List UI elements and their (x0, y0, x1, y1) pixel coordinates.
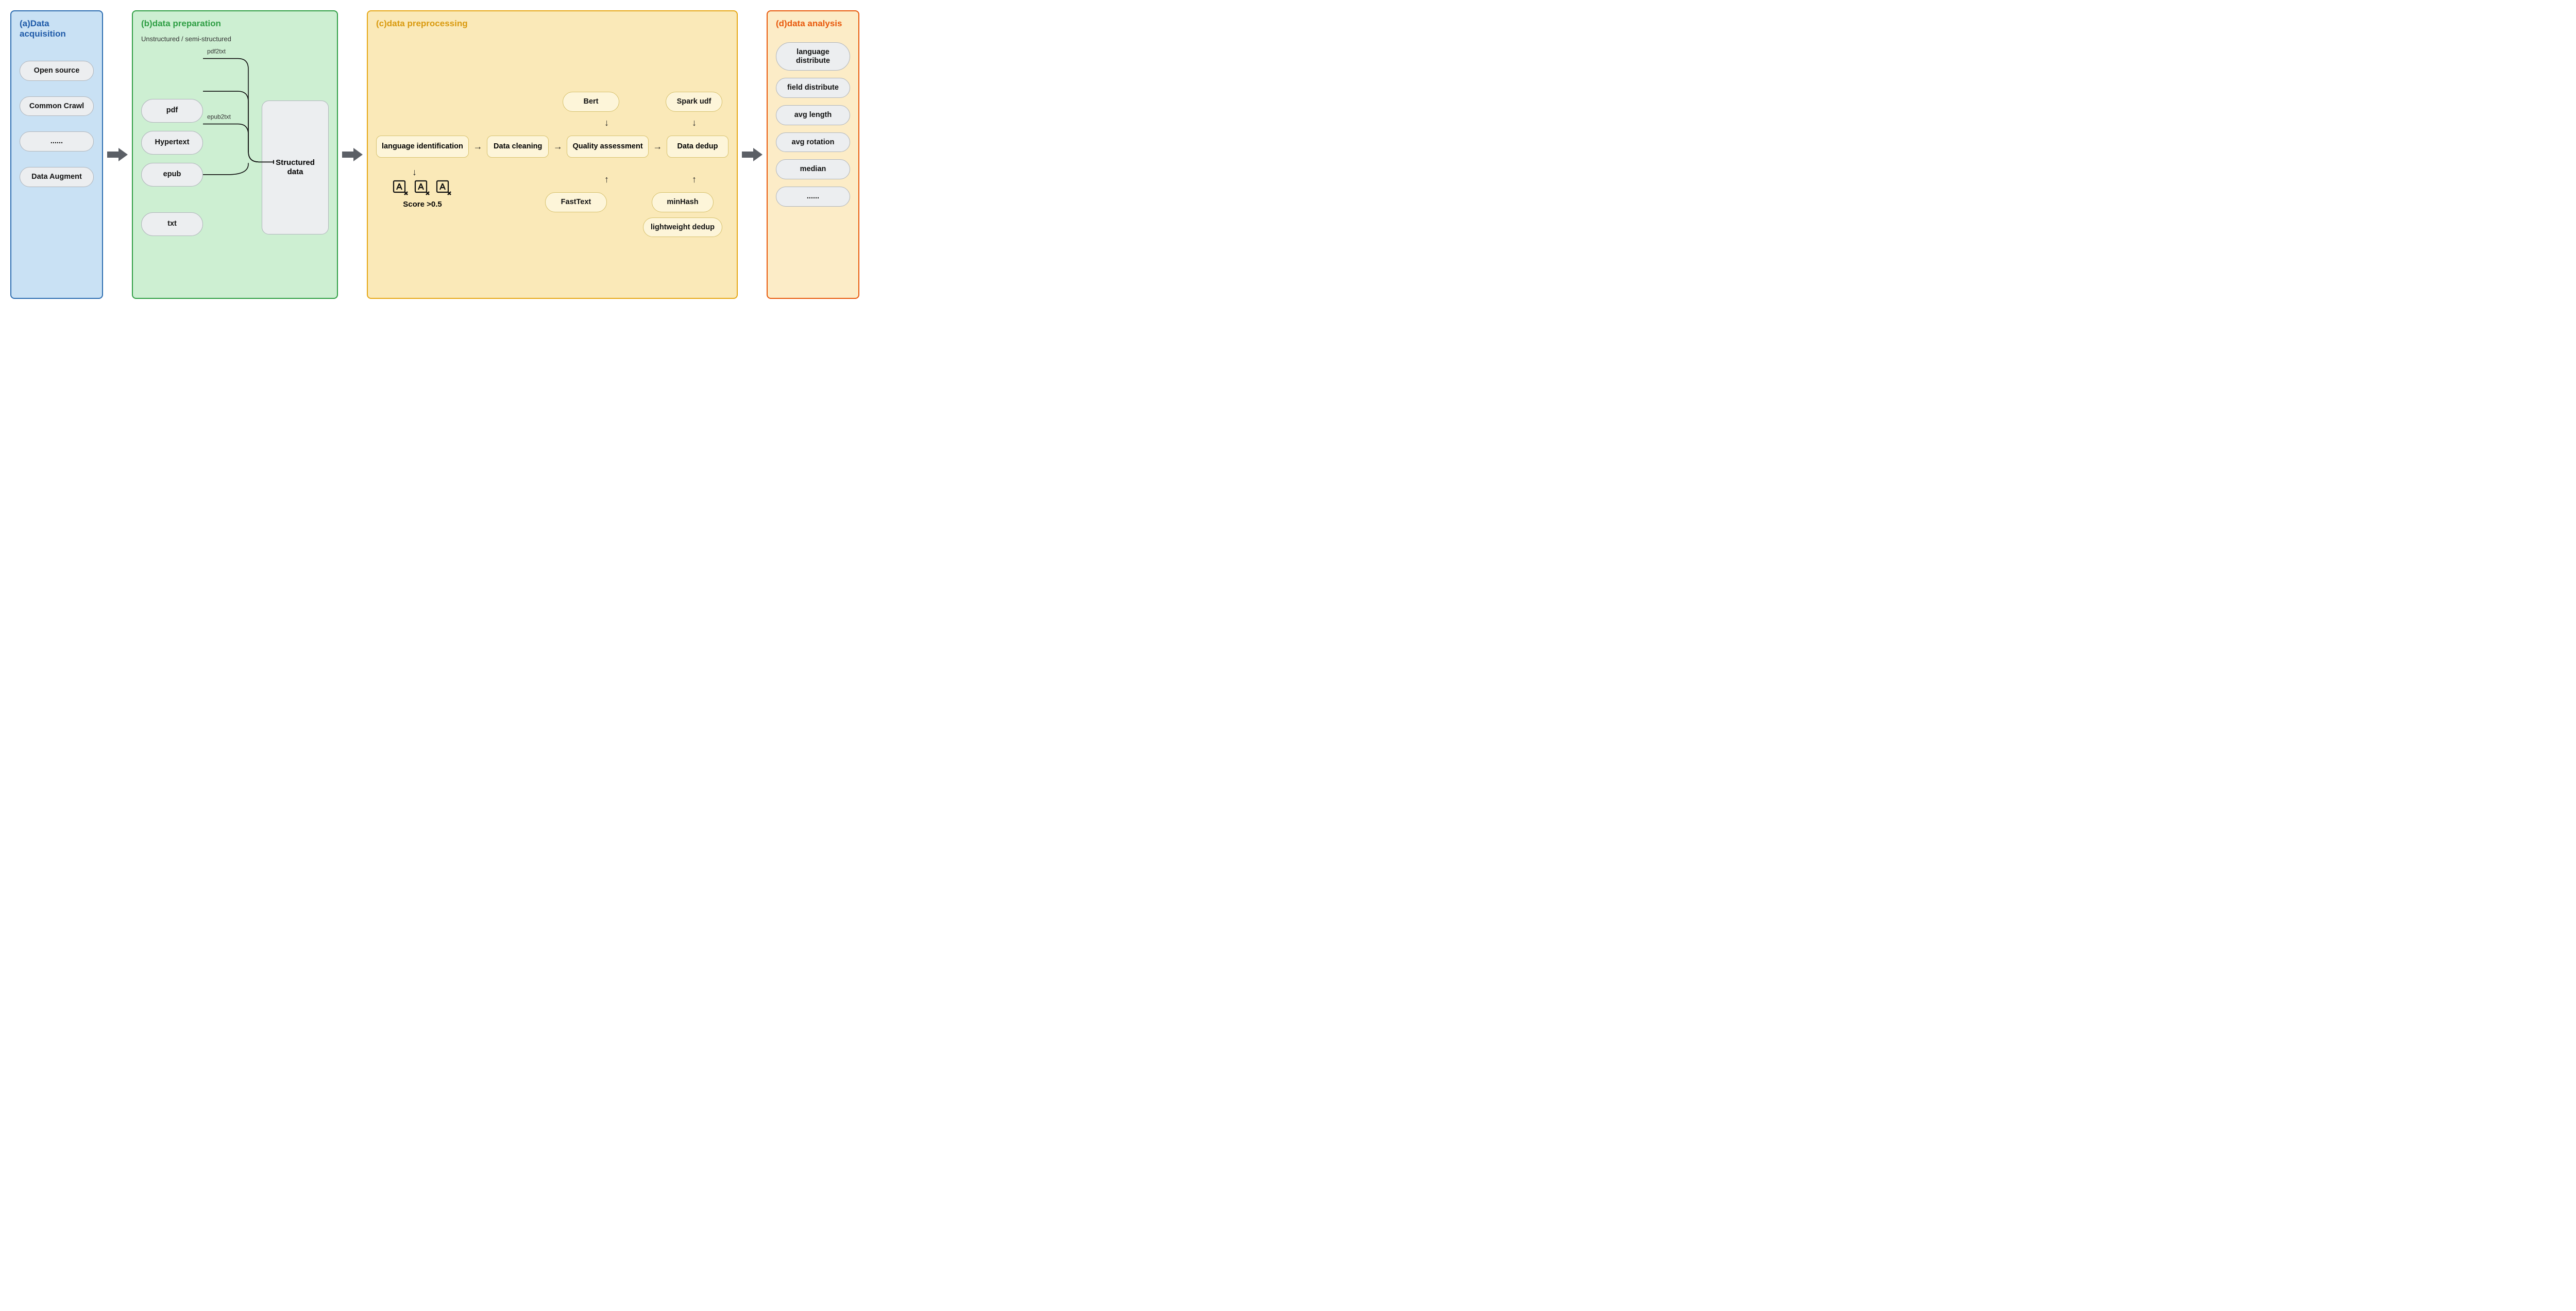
panel-data-preprocessing: (c)data preprocessing Bert Spark udf ↓ ↓… (367, 10, 738, 299)
step-language-identification: language identification (376, 136, 469, 158)
format-txt: txt (141, 212, 203, 236)
score-threshold: Score >0.5 (381, 200, 464, 209)
arrow-a-to-b (103, 10, 132, 299)
metric-median: median (776, 159, 850, 179)
arrow-down-icon: ↓ (692, 117, 697, 128)
arrow-right-icon: → (653, 141, 662, 152)
score-group: Score >0.5 (381, 179, 464, 209)
metric-avg-length: avg length (776, 105, 850, 125)
arrow-down-icon: ↓ (412, 167, 417, 178)
score-icons (381, 179, 464, 197)
metric-language-distribute: language distribute (776, 42, 850, 71)
panel-d-items: language distribute field distribute avg… (776, 42, 850, 207)
step-data-dedup: Data dedup (667, 136, 728, 158)
pill-fasttext: FastText (545, 192, 607, 212)
language-icon (392, 179, 410, 197)
panel-b-title: (b)data preparation (141, 19, 329, 29)
language-icon (435, 179, 453, 197)
pill-bert: Bert (563, 92, 619, 112)
metric-field-distribute: field distribute (776, 78, 850, 98)
flow-row: language identification → Data cleaning … (376, 136, 728, 158)
big-arrow-icon (741, 146, 764, 163)
panel-c-title: (c)data preprocessing (376, 19, 728, 29)
pill-spark-udf: Spark udf (666, 92, 722, 112)
source-common-crawl: Common Crawl (20, 96, 94, 116)
arrow-c-to-d (738, 10, 767, 299)
source-more: ...... (20, 131, 94, 152)
dedup-stack: minHash lightweight dedup (643, 192, 722, 237)
panel-data-acquisition: (a)Data acquisition Open source Common C… (10, 10, 103, 299)
arrow-right-icon: → (553, 141, 563, 152)
step-data-cleaning: Data cleaning (487, 136, 549, 158)
arrow-right-icon: → (473, 141, 483, 152)
format-epub: epub (141, 163, 203, 187)
panel-a-items: Open source Common Crawl ...... Data Aug… (20, 61, 94, 187)
structured-data-wrap: Structured data (262, 100, 329, 234)
arrow-down-icon: ↓ (604, 117, 609, 128)
panel-data-preparation: (b)data preparation Unstructured / semi-… (132, 10, 338, 299)
pill-lightweight-dedup: lightweight dedup (643, 217, 722, 238)
step-quality-assessment: Quality assessment (567, 136, 648, 158)
format-pdf: pdf (141, 99, 203, 123)
big-arrow-icon (106, 146, 129, 163)
metric-more: ...... (776, 187, 850, 207)
pipeline-diagram: (a)Data acquisition Open source Common C… (10, 10, 2566, 299)
arrow-b-to-c (338, 10, 367, 299)
edge-label-epub2txt: epub2txt (207, 113, 231, 120)
source-data-augment: Data Augment (20, 167, 94, 187)
format-list: pdf Hypertext epub txt (141, 99, 203, 236)
panel-c-body: Bert Spark udf ↓ ↓ language identificati… (376, 40, 728, 289)
source-open-source: Open source (20, 61, 94, 81)
metric-avg-rotation: avg rotation (776, 132, 850, 153)
pill-minhash: minHash (652, 192, 714, 212)
arrow-up-icon: ↑ (604, 174, 609, 185)
panel-b-sublabel: Unstructured / semi-structured (141, 35, 329, 43)
panel-d-title: (d)data analysis (776, 19, 850, 29)
structured-data-box: Structured data (262, 100, 329, 234)
panel-a-title: (a)Data acquisition (20, 19, 94, 39)
big-arrow-icon (341, 146, 364, 163)
language-icon (414, 179, 431, 197)
arrow-up-icon: ↑ (692, 174, 697, 185)
panel-b-body: pdf Hypertext epub txt pdf2txt epub2txt (141, 46, 329, 289)
bottom-pill-row: FastText minHash lightweight dedup (545, 192, 722, 237)
edge-label-pdf2txt: pdf2txt (207, 47, 226, 55)
top-pill-row: Bert Spark udf (563, 92, 722, 112)
panel-data-analysis: (d)data analysis language distribute fie… (767, 10, 859, 299)
format-hypertext: Hypertext (141, 131, 203, 155)
